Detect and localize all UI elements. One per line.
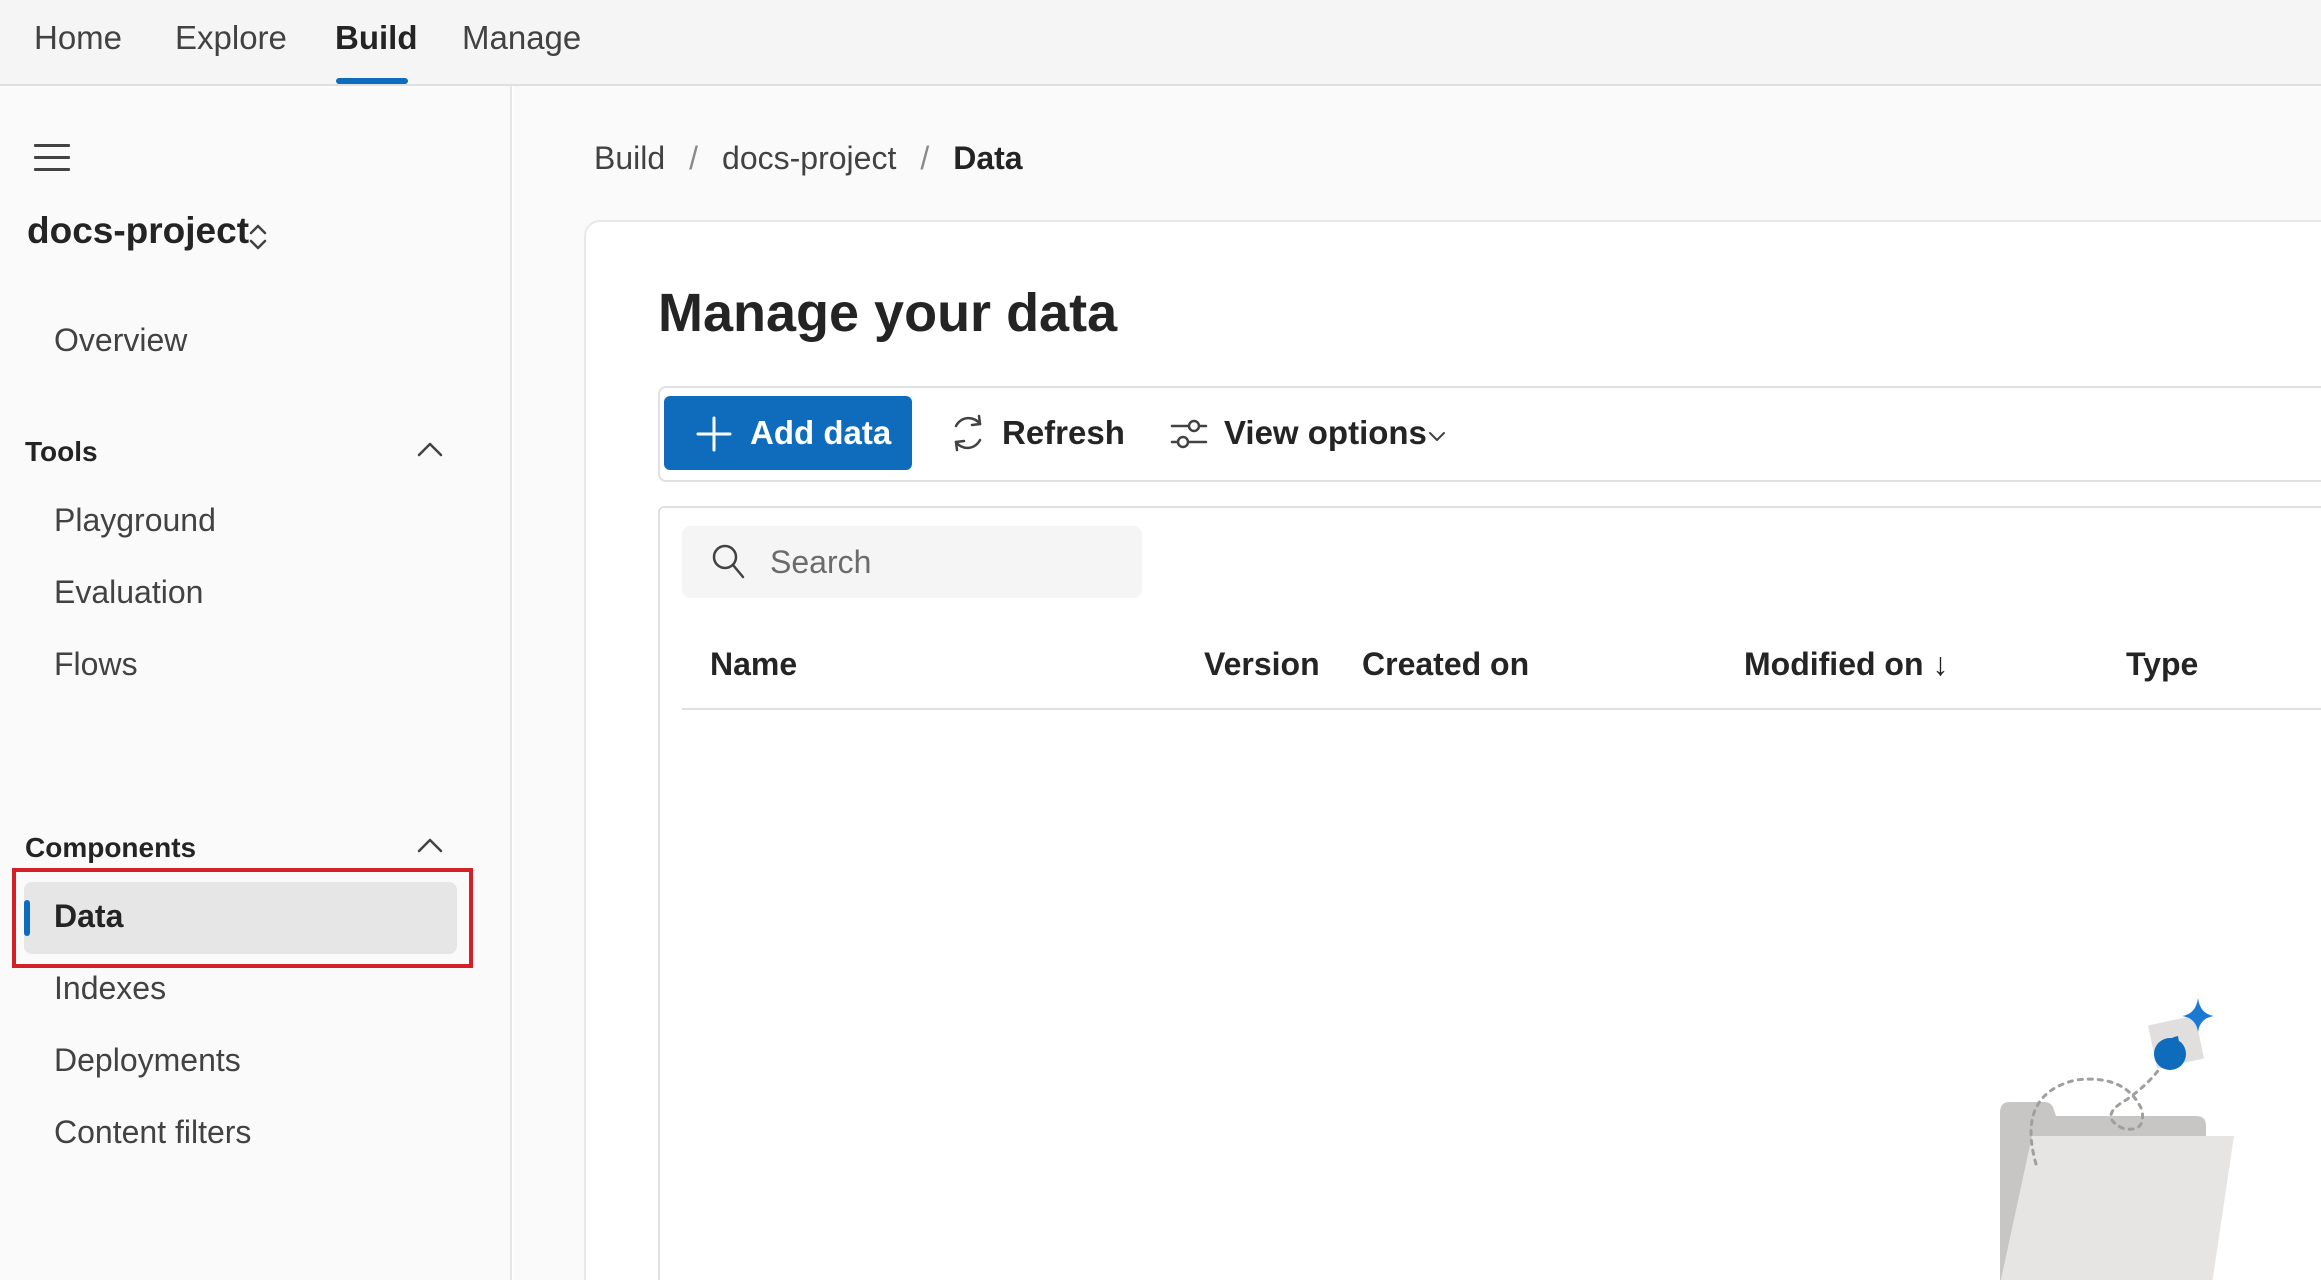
column-header-created-on[interactable]: Created on [1362,646,1529,683]
search-icon [712,544,745,579]
plus-icon [696,416,732,452]
tab-build[interactable]: Build [335,0,417,84]
column-header-type[interactable]: Type [2126,646,2198,683]
column-header-name[interactable]: Name [710,646,797,683]
hamburger-menu-icon[interactable] [34,144,72,174]
sidebar-item-deployments[interactable]: Deployments [54,1042,241,1079]
refresh-icon [954,414,982,452]
active-tab-indicator [336,78,408,84]
sidebar-item-indexes[interactable]: Indexes [54,970,166,1007]
breadcrumb: Build / docs-project / Data [594,140,1023,177]
top-navigation: Home Explore Build Manage [0,0,2321,86]
breadcrumb-separator: / [920,140,930,176]
tab-manage[interactable]: Manage [462,0,581,84]
view-options-label: View options [1224,414,1427,451]
main-content: Build / docs-project / Data Manage your data… [514,86,2321,1280]
sidebar-item-content-filters[interactable]: Content filters [54,1114,251,1151]
breadcrumb-project[interactable]: docs-project [722,140,896,176]
sidebar: docs-project Overview Tools Playground E… [0,86,512,1280]
breadcrumb-build[interactable]: Build [594,140,665,176]
add-data-button[interactable]: Add data [664,396,912,470]
sidebar-item-playground[interactable]: Playground [54,502,216,539]
sliders-icon [1170,419,1208,449]
page-title: Manage your data [658,283,1118,343]
chevron-up-icon[interactable] [416,836,444,854]
tab-home[interactable]: Home [34,0,122,84]
sidebar-item-overview[interactable]: Overview [54,322,187,359]
add-data-label: Add data [750,414,892,451]
sidebar-item-evaluation[interactable]: Evaluation [54,574,203,611]
up-down-chevron-icon[interactable] [246,220,270,254]
column-header-modified-on[interactable]: Modified on ↓ [1744,646,1948,683]
chevron-up-icon[interactable] [416,440,444,458]
search-box[interactable] [682,526,1142,598]
refresh-button[interactable]: Refresh [946,396,1126,470]
section-components-heading: Components [25,832,197,863]
search-input[interactable] [770,540,1110,584]
breadcrumb-separator: / [689,140,699,176]
view-options-button[interactable]: View options [1168,396,1458,470]
project-name[interactable]: docs-project [27,210,249,252]
column-header-version[interactable]: Version [1204,646,1320,683]
breadcrumb-current: Data [953,140,1023,176]
tab-explore[interactable]: Explore [175,0,287,84]
chevron-down-icon [1429,432,1445,441]
empty-folder-illustration [2000,998,2234,1280]
highlight-box [12,868,473,968]
section-tools-heading: Tools [25,436,98,467]
sidebar-item-flows[interactable]: Flows [54,646,138,683]
toolbar: Add data Refresh View options [658,386,2321,482]
refresh-label: Refresh [1002,414,1125,451]
header-divider [682,708,2321,710]
